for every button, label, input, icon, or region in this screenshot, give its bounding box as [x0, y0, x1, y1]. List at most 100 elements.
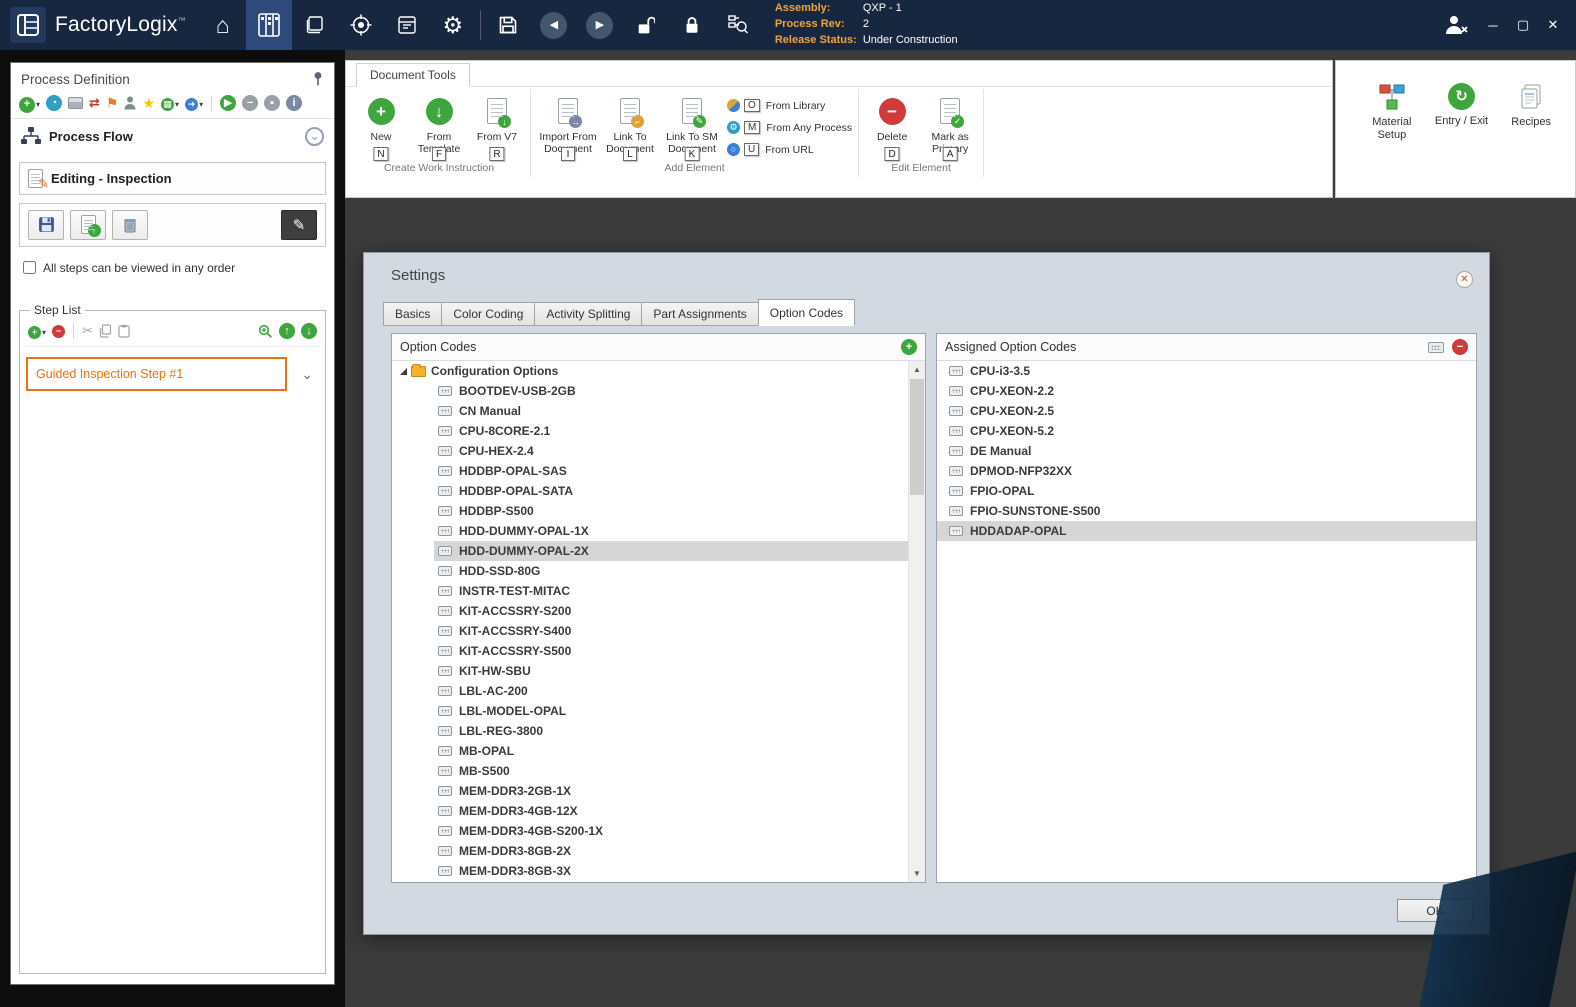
- expander-icon[interactable]: [400, 368, 407, 375]
- from-url-button[interactable]: U From URL: [727, 141, 852, 158]
- assigned-option-code-item[interactable]: CPU-XEON-5.2: [937, 421, 1476, 441]
- unlock-icon[interactable]: [623, 0, 669, 50]
- delete-element-button[interactable]: Delete D: [863, 89, 921, 159]
- settings-tab[interactable]: Activity Splitting: [534, 302, 642, 326]
- material-setup-button[interactable]: Material Setup: [1362, 79, 1422, 141]
- maximize-icon[interactable]: ▢: [1510, 12, 1536, 38]
- export-menu-icon[interactable]: ▾: [185, 94, 203, 112]
- assigned-option-code-item[interactable]: DPMOD-NFP32XX: [937, 461, 1476, 481]
- play-icon[interactable]: [220, 95, 236, 111]
- save-step-button[interactable]: [28, 210, 64, 240]
- minimize-icon[interactable]: ─: [1480, 12, 1506, 38]
- collapse-icon[interactable]: ⌄: [305, 127, 324, 146]
- user-icon[interactable]: [124, 96, 136, 110]
- tree-root-row[interactable]: Configuration Options: [392, 361, 908, 381]
- option-code-item[interactable]: MEM-DDR3-8GB-2X: [392, 841, 908, 861]
- option-code-item[interactable]: HDDBP-OPAL-SAS: [392, 461, 908, 481]
- process-search-icon[interactable]: [715, 0, 761, 50]
- search-add-icon[interactable]: [258, 324, 273, 339]
- tab-document-tools[interactable]: Document Tools: [356, 63, 470, 87]
- move-up-icon[interactable]: [279, 323, 295, 339]
- option-code-item[interactable]: KIT-ACCSSRY-S400: [392, 621, 908, 641]
- delete-document-button[interactable]: [112, 210, 148, 240]
- option-code-item[interactable]: KIT-ACCSSRY-S500: [392, 641, 908, 661]
- transfer-icon[interactable]: ⇄: [89, 95, 100, 111]
- mark-as-primary-button[interactable]: Mark as Primary A: [921, 89, 979, 159]
- logout-icon[interactable]: [1436, 0, 1476, 50]
- star-user-icon[interactable]: ★: [142, 95, 155, 112]
- option-code-item[interactable]: KIT-HW-SBU: [392, 661, 908, 681]
- settings-tab[interactable]: Color Coding: [441, 302, 535, 326]
- option-code-item[interactable]: KIT-ACCSSRY-S200: [392, 601, 908, 621]
- scroll-up-icon[interactable]: ▲: [909, 361, 925, 378]
- editing-section[interactable]: ✎ Editing - Inspection: [19, 162, 326, 195]
- option-code-item[interactable]: HDDBP-OPAL-SATA: [392, 481, 908, 501]
- step-list-item[interactable]: Guided Inspection Step #1 ⌄: [26, 357, 319, 391]
- link-to-sm-document-button[interactable]: Link To SM Document K: [659, 89, 725, 159]
- process-flow-row[interactable]: Process Flow ⌄: [11, 119, 334, 154]
- edit-panel-toggle[interactable]: ✎: [281, 210, 317, 240]
- gear-icon[interactable]: ⚙: [430, 0, 476, 50]
- option-code-item[interactable]: HDDBP-S500: [392, 501, 908, 521]
- settings-tab[interactable]: Part Assignments: [641, 302, 758, 326]
- settings-tab[interactable]: Basics: [383, 302, 442, 326]
- option-code-item[interactable]: MB-S500: [392, 761, 908, 781]
- stop-icon[interactable]: [242, 95, 258, 111]
- assigned-option-code-item[interactable]: CPU-XEON-2.2: [937, 381, 1476, 401]
- option-code-item[interactable]: MEM-DDR3-8GB-3X: [392, 861, 908, 881]
- print-icon[interactable]: [68, 97, 83, 109]
- home-icon[interactable]: ⌂: [200, 0, 246, 50]
- option-code-item[interactable]: CPU-8CORE-2.1: [392, 421, 908, 441]
- add-option-code-icon[interactable]: [901, 339, 917, 355]
- manual-entry-icon[interactable]: [1428, 342, 1444, 353]
- copy-icon[interactable]: [99, 324, 112, 338]
- assigned-option-code-item[interactable]: CPU-XEON-2.5: [937, 401, 1476, 421]
- option-code-item[interactable]: LBL-AC-200: [392, 681, 908, 701]
- tree-menu-icon[interactable]: ▾: [161, 94, 179, 112]
- close-icon[interactable]: ✕: [1540, 12, 1566, 38]
- forward-icon[interactable]: [577, 0, 623, 50]
- from-template-button[interactable]: From Template F: [410, 89, 468, 159]
- from-any-process-button[interactable]: M From Any Process: [727, 119, 852, 136]
- scroll-thumb[interactable]: [910, 379, 924, 495]
- cut-icon[interactable]: ✂: [82, 323, 93, 339]
- schedule-icon[interactable]: [384, 0, 430, 50]
- link-to-document-button[interactable]: Link To Document L: [601, 89, 659, 159]
- settings-tab[interactable]: Option Codes: [758, 299, 855, 326]
- option-code-item[interactable]: LBL-MODEL-OPAL: [392, 701, 908, 721]
- documents-stack-icon[interactable]: [292, 0, 338, 50]
- scroll-down-icon[interactable]: ▼: [909, 865, 925, 882]
- chevron-down-icon[interactable]: ⌄: [301, 366, 313, 383]
- from-library-button[interactable]: O From Library: [727, 97, 852, 114]
- option-code-item[interactable]: HDD-DUMMY-OPAL-1X: [392, 521, 908, 541]
- globe-icon[interactable]: [46, 95, 62, 111]
- option-code-item[interactable]: MEM-DDR3-4GB-12X: [392, 801, 908, 821]
- move-down-icon[interactable]: [301, 323, 317, 339]
- import-from-document-button[interactable]: Import From Document I: [535, 89, 601, 159]
- dialog-close-icon[interactable]: ✕: [1456, 271, 1473, 288]
- option-code-item[interactable]: MB-OPAL: [392, 741, 908, 761]
- info-icon[interactable]: [286, 95, 302, 111]
- assigned-option-code-item[interactable]: CPU-i3-3.5: [937, 361, 1476, 381]
- assigned-option-code-item[interactable]: FPIO-OPAL: [937, 481, 1476, 501]
- back-icon[interactable]: [531, 0, 577, 50]
- step-box[interactable]: Guided Inspection Step #1: [26, 357, 287, 391]
- import-template-button[interactable]: [70, 210, 106, 240]
- option-code-item[interactable]: CPU-HEX-2.4: [392, 441, 908, 461]
- option-code-item[interactable]: CN Manual: [392, 401, 908, 421]
- flag-icon[interactable]: ⚑: [106, 95, 119, 112]
- remove-assigned-icon[interactable]: [1452, 339, 1468, 355]
- add-menu-icon[interactable]: ▾: [19, 94, 40, 113]
- process-definition-icon[interactable]: [246, 0, 292, 50]
- lock-icon[interactable]: [669, 0, 715, 50]
- scrollbar[interactable]: ▲ ▼: [908, 361, 925, 882]
- add-step-icon[interactable]: ▾: [28, 322, 46, 340]
- option-code-item[interactable]: INSTR-TEST-MITAC: [392, 581, 908, 601]
- assigned-option-code-item[interactable]: HDDADAP-OPAL: [937, 521, 1476, 541]
- new-work-instruction-button[interactable]: New N: [352, 89, 410, 159]
- option-code-item[interactable]: HDD-SSD-80G: [392, 561, 908, 581]
- entry-exit-button[interactable]: Entry / Exit: [1432, 79, 1492, 128]
- option-code-item[interactable]: BOOTDEV-USB-2GB: [392, 381, 908, 401]
- recipes-button[interactable]: Recipes: [1501, 79, 1561, 129]
- pause-icon[interactable]: [264, 95, 280, 111]
